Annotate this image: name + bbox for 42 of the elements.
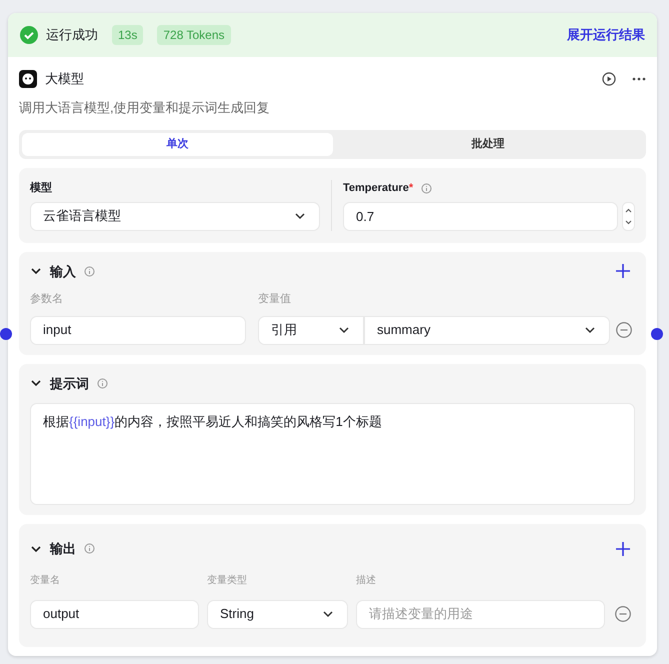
add-icon[interactable] <box>616 264 630 278</box>
prompt-text: 根据{{input}}的内容，按照平易近人和搞笑的风格写1个标题 <box>43 414 382 429</box>
info-icon <box>84 266 95 277</box>
variable-select[interactable]: summary <box>364 316 610 344</box>
more-icon[interactable] <box>632 76 646 81</box>
column-label: 参数名 <box>30 292 64 307</box>
section-title: 输出 <box>50 540 76 558</box>
temperature-field[interactable]: 0.7 <box>343 202 618 230</box>
column-label: 描述 <box>356 574 376 588</box>
status-text: 运行成功 <box>46 26 98 44</box>
add-icon[interactable] <box>616 542 630 556</box>
tab[interactable]: 单次 <box>22 133 332 156</box>
info-icon <box>84 543 95 554</box>
info-icon <box>421 182 432 194</box>
param-name-field[interactable]: input <box>30 316 246 344</box>
field-label: Temperature <box>343 181 409 196</box>
expand-results-link[interactable]: 展开运行结果 <box>567 25 645 45</box>
info-icon <box>97 378 108 389</box>
prompt-editor[interactable]: 根据{{input}}的内容，按照平易近人和搞笑的风格写1个标题 <box>30 403 635 505</box>
remove-icon[interactable] <box>615 606 631 622</box>
column-label: 变量类型 <box>207 574 248 588</box>
run-icon[interactable] <box>602 72 616 86</box>
node-description: 调用大语言模型,使用变量和提示词生成回复 <box>19 98 271 116</box>
robot-logo-icon <box>19 70 37 88</box>
required-mark: * <box>408 181 414 196</box>
status-badge: 728 Tokens <box>157 25 231 45</box>
model-select[interactable]: 云雀语言模型 <box>30 202 320 230</box>
status-badge: 13s <box>112 25 144 45</box>
tab[interactable]: 批处理 <box>332 133 643 156</box>
column-label: 变量值 <box>258 292 291 307</box>
source-select[interactable]: 引用 <box>258 316 364 344</box>
section-title: 输入 <box>50 262 76 280</box>
var-name-field[interactable]: output <box>30 600 199 628</box>
type-select[interactable]: String <box>207 600 348 628</box>
column-label: 变量名 <box>30 574 61 588</box>
section-title: 提示词 <box>50 374 89 392</box>
stepper-icon[interactable] <box>622 202 635 230</box>
connector-handle[interactable] <box>0 328 12 340</box>
node-title: 大模型 <box>45 70 84 88</box>
remove-icon[interactable] <box>616 322 632 338</box>
connector-handle[interactable] <box>651 328 663 340</box>
field-label: 模型 <box>30 180 53 196</box>
